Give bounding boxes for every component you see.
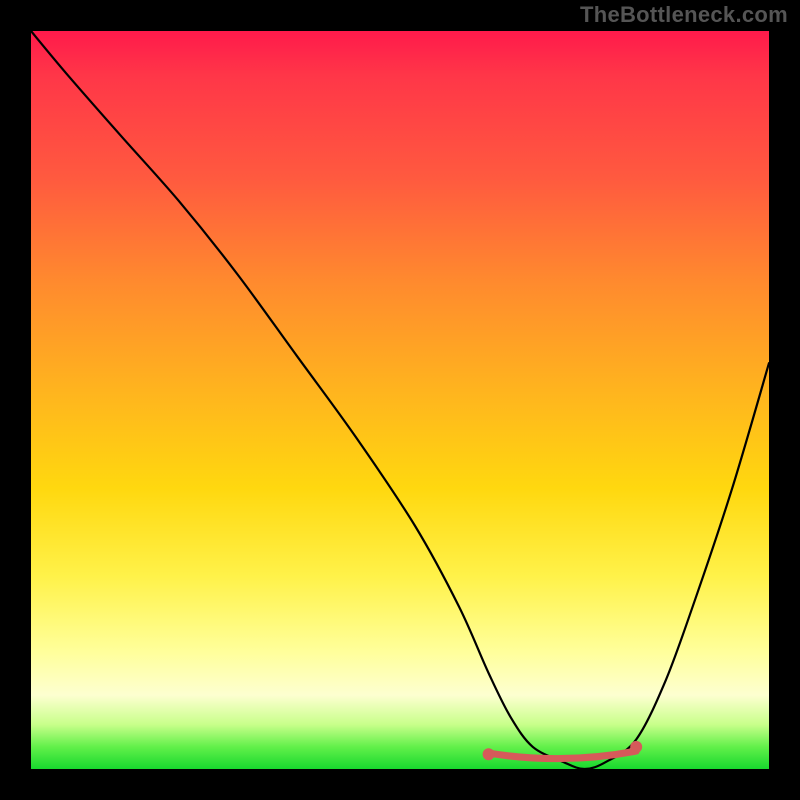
bottleneck-curve — [31, 31, 769, 769]
chart-svg — [31, 31, 769, 769]
watermark-text: TheBottleneck.com — [580, 2, 788, 28]
chart-frame: TheBottleneck.com — [0, 0, 800, 800]
plot-area — [31, 31, 769, 769]
optimal-zone-marker-right — [630, 741, 642, 753]
optimal-zone-segment — [489, 751, 637, 759]
optimal-zone-marker-left — [483, 748, 495, 760]
